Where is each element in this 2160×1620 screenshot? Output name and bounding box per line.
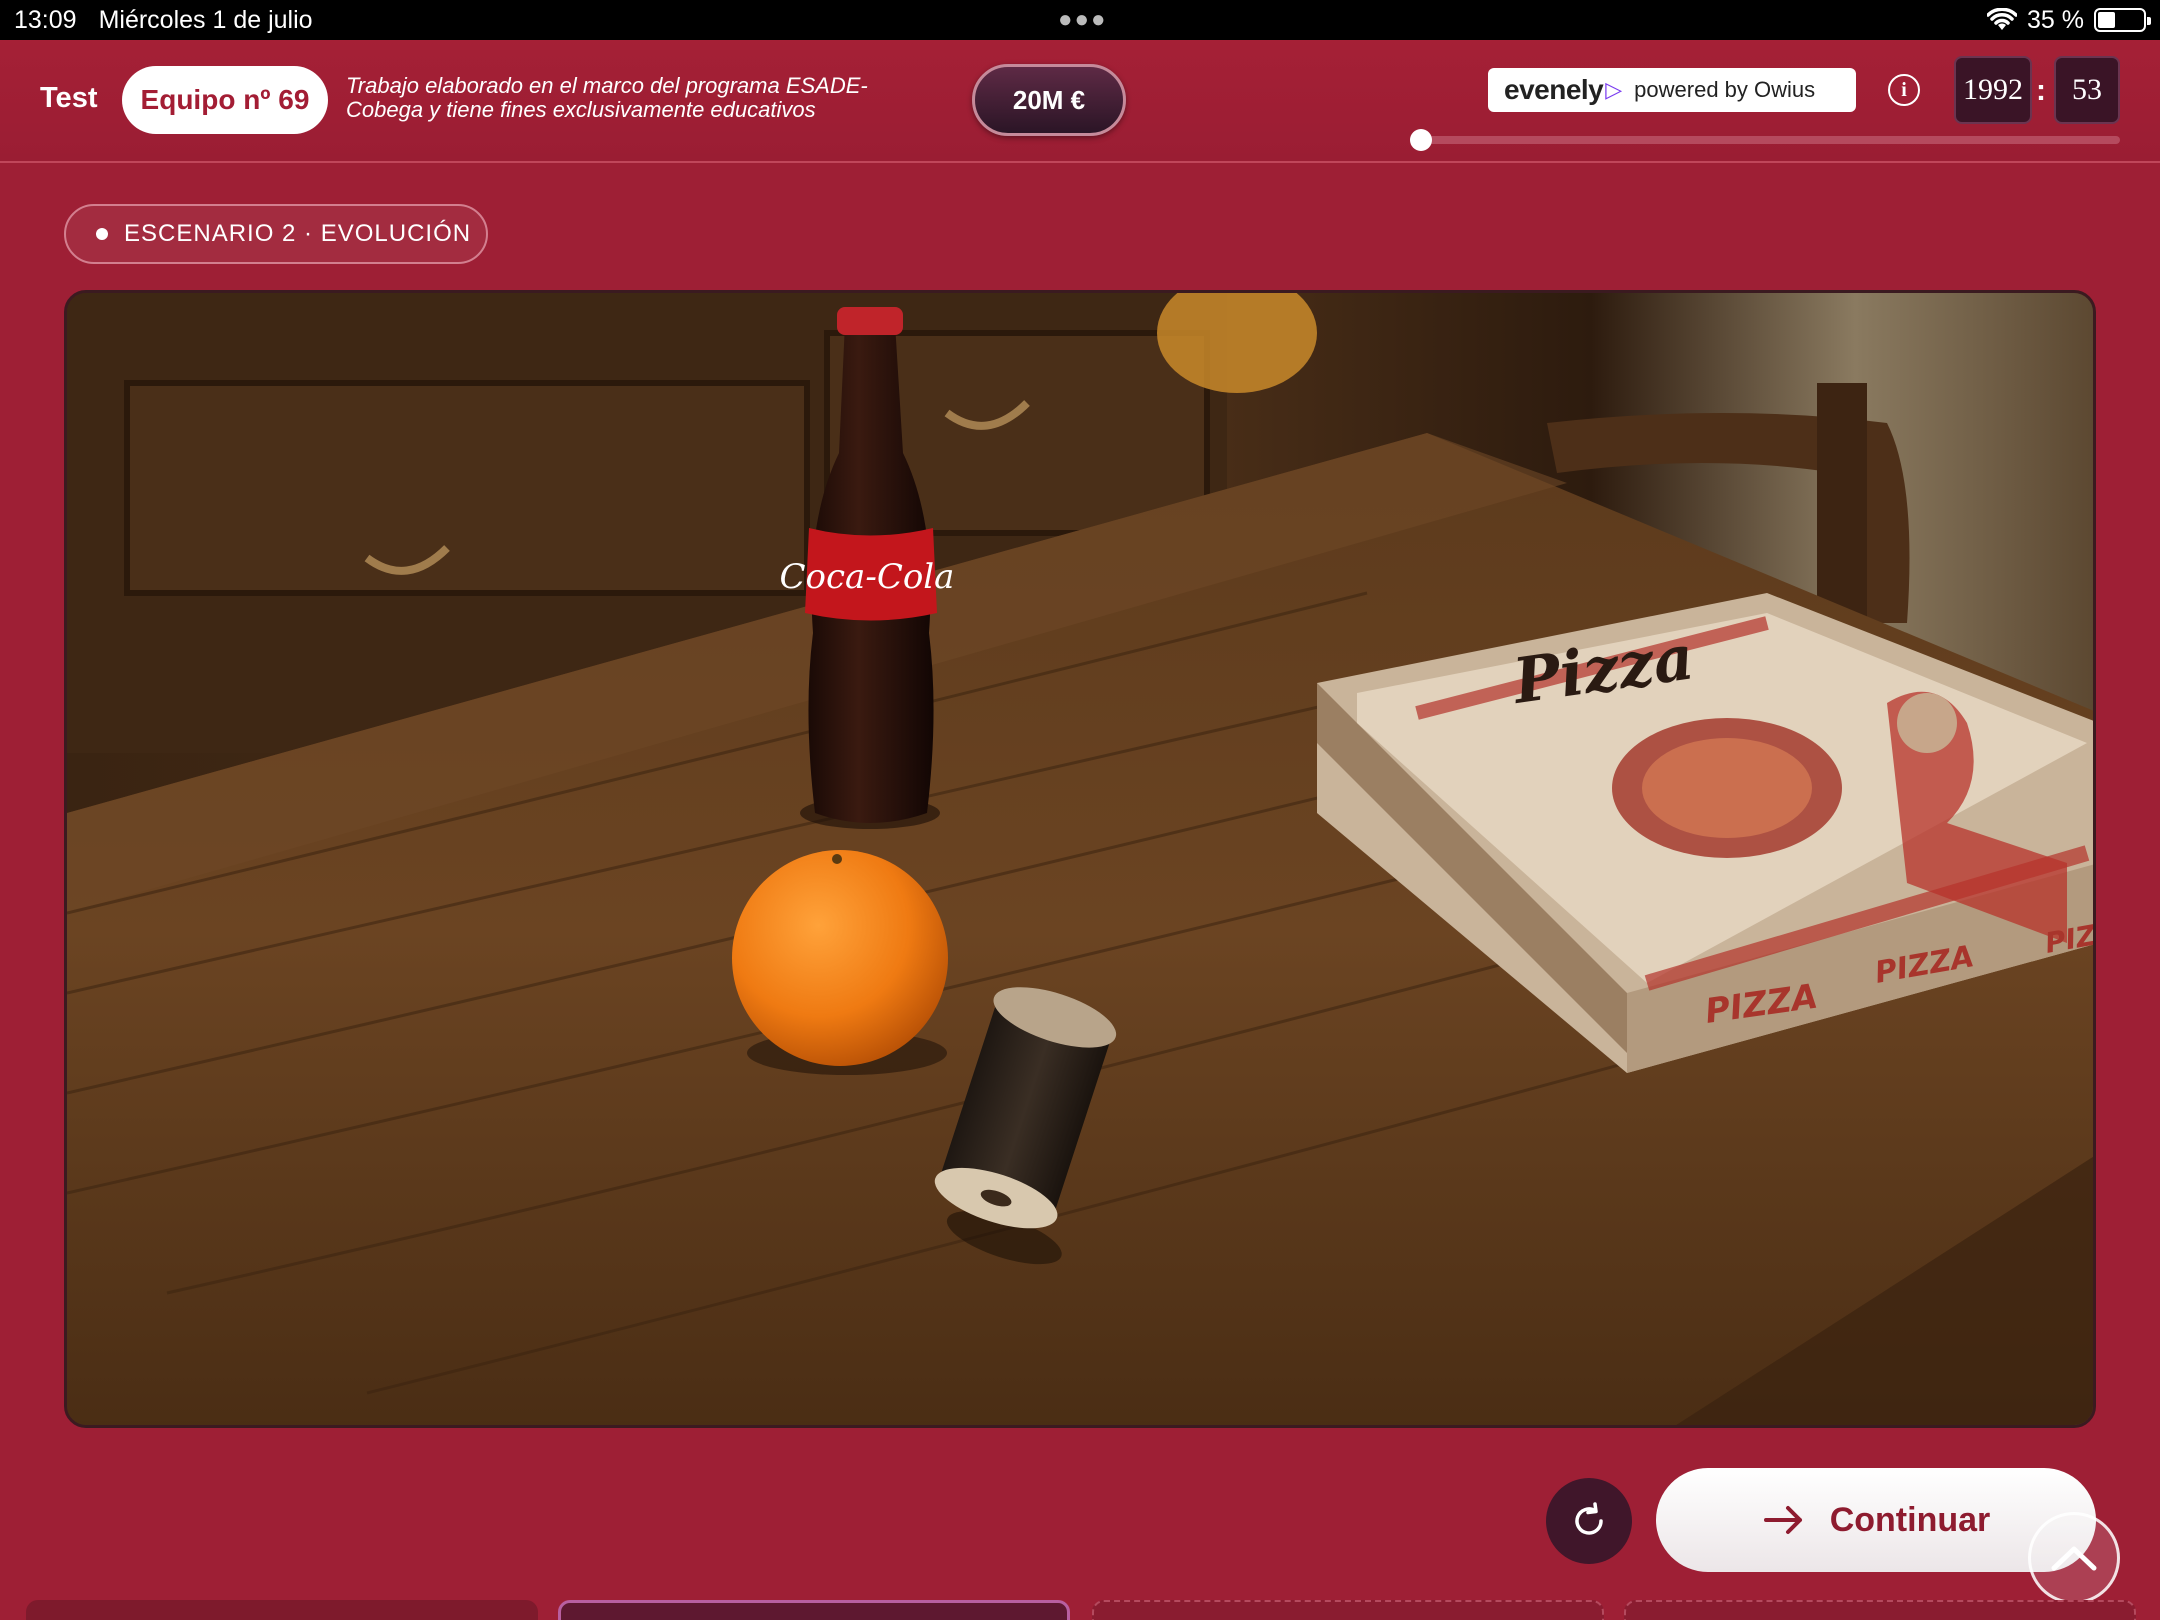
refresh-icon [1575, 1502, 1603, 1535]
battery-icon [2094, 8, 2151, 32]
evenely-brand-badge: evenely ▷ powered by Owius [1488, 68, 1856, 112]
play-icon: ▷ [1605, 77, 1623, 102]
powered-by-text: powered by Owius [1634, 77, 1816, 102]
bottom-tab-strip [0, 1596, 2160, 1620]
scenario-label: ESCENARIO 2 · EVOLUCIÓN [124, 220, 472, 247]
bullet-dot-icon [96, 228, 108, 240]
disclaimer-line-1: Trabajo elaborado en el marco del progra… [346, 73, 868, 98]
bottom-tab-3[interactable] [1092, 1600, 1604, 1620]
bottle-label-text: Coca-Cola [780, 557, 955, 597]
timeline-slider-thumb[interactable] [1410, 129, 1432, 151]
orange [732, 850, 948, 1075]
time-separator: : [2036, 74, 2046, 107]
info-icon[interactable]: i [1888, 74, 1920, 106]
scenario-tag: ESCENARIO 2 · EVOLUCIÓN [64, 204, 488, 264]
status-date: Miércoles 1 de julio [98, 5, 313, 34]
status-time: 13:09 [14, 5, 77, 34]
top-header: Test Equipo nº 69 Trabajo elaborado en e… [0, 40, 2160, 163]
scroll-to-top-button[interactable] [2028, 1512, 2120, 1604]
wifi-icon [1987, 8, 2018, 30]
scenario-image: Pizza PIZZA PIZZA PIZ Coca-Cola [64, 290, 2096, 1428]
arrow-right-icon [1763, 1506, 1802, 1534]
bottom-tab-2[interactable] [558, 1600, 1070, 1620]
minutes-display: 53 [2054, 56, 2120, 124]
continue-label: Continuar [1829, 1500, 1991, 1539]
chevron-up-icon [2051, 1546, 2097, 1571]
refresh-button[interactable] [1546, 1478, 1632, 1564]
app-title: Test [40, 82, 98, 114]
bottom-tab-4[interactable] [1624, 1600, 2136, 1620]
year-display: 1992 [1954, 56, 2032, 124]
disclaimer-line-2: Cobega y tiene fines exclusivamente educ… [346, 97, 816, 122]
team-badge: Equipo nº 69 [122, 66, 328, 134]
timeline-slider-track[interactable] [1420, 136, 2120, 144]
budget-badge[interactable]: 20M € [972, 64, 1126, 136]
battery-percent: 35 % [2027, 5, 2084, 34]
disclaimer-text: Trabajo elaborado en el marco del progra… [346, 74, 926, 122]
evenely-logo: evenely [1504, 74, 1604, 105]
status-bar: 13:09 Miércoles 1 de julio ●●● 35 % [0, 0, 2160, 40]
bottom-tab-1[interactable] [26, 1600, 538, 1620]
multitasking-dots-icon[interactable]: ●●● [1058, 6, 1108, 34]
